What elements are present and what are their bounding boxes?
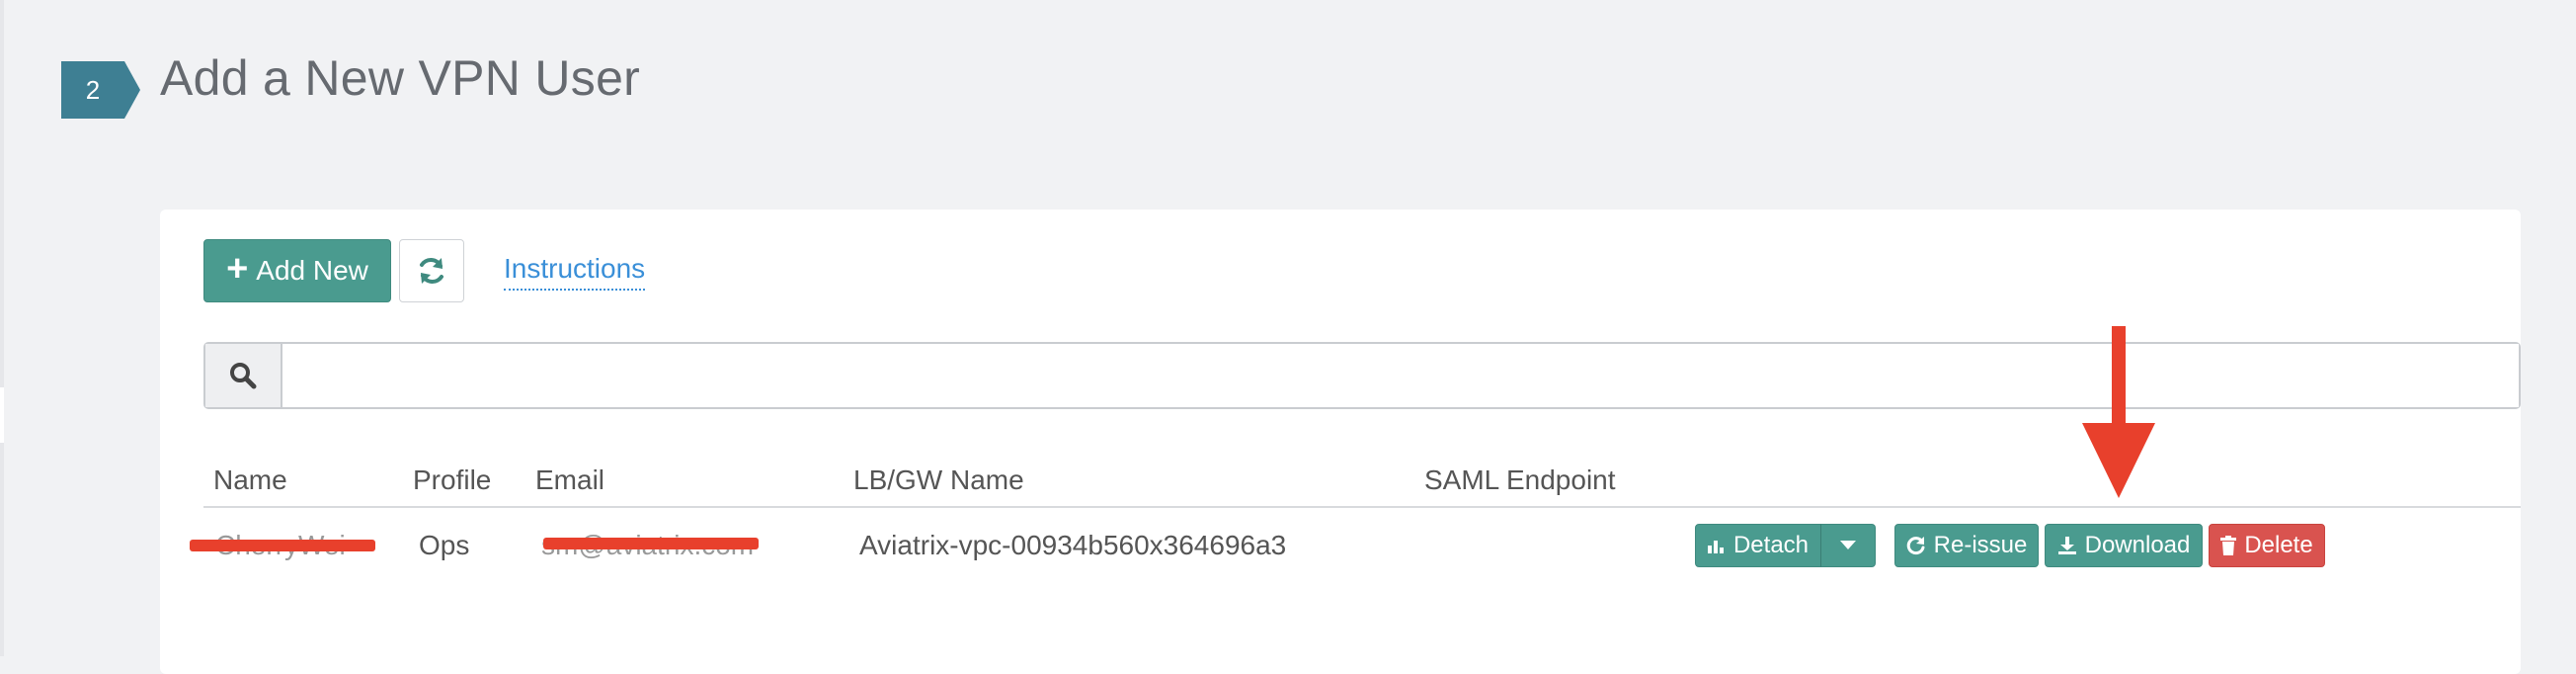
vpn-users-panel: + Add New Instructions Name Profile Emai… [160,210,2521,674]
column-header-gateway[interactable]: LB/GW Name [853,464,1024,496]
reissue-button[interactable]: Re-issue [1894,524,2039,567]
page-left-notch [0,387,4,443]
annotation-arrow-head [2082,423,2155,498]
cell-profile: Ops [419,530,470,560]
detach-dropdown-toggle[interactable] [1820,524,1876,567]
redo-icon [1906,537,1925,555]
search-icon [230,363,257,389]
cell-gateway: Aviatrix-vpc-00934b560x364696a3 [859,530,1287,560]
add-new-label: Add New [256,255,368,286]
step-badge: 2 [61,61,140,119]
redaction-mark [543,538,759,549]
step-number: 2 [85,75,101,105]
detach-label: Detach [1732,532,1810,558]
column-header-name[interactable]: Name [213,464,287,496]
search-addon [205,344,282,407]
instructions-link[interactable]: Instructions [504,253,646,291]
plus-icon: + [226,248,249,290]
refresh-button[interactable] [399,239,464,302]
search-input[interactable] [282,344,2519,407]
detach-button[interactable]: Detach [1695,524,1821,567]
add-new-button[interactable]: + Add New [203,239,391,302]
reissue-label: Re-issue [1933,532,2028,558]
download-label: Download [2084,532,2191,558]
download-icon [2057,537,2076,554]
column-header-profile[interactable]: Profile [413,464,491,496]
download-button[interactable]: Download [2045,524,2203,567]
trash-icon [2220,536,2237,555]
bar-chart-icon [1707,541,1724,553]
redaction-mark [190,540,375,551]
caret-down-icon [1840,541,1856,549]
column-header-saml[interactable]: SAML Endpoint [1424,464,1616,496]
delete-label: Delete [2244,532,2313,558]
page-left-edge [0,0,4,656]
refresh-icon [420,258,443,284]
table-header: Name Profile Email LB/GW Name SAML Endpo… [203,455,2521,508]
delete-button[interactable]: Delete [2209,524,2325,567]
search-box [203,342,2521,409]
page-title: Add a New VPN User [160,50,641,106]
column-header-email[interactable]: Email [535,464,604,496]
